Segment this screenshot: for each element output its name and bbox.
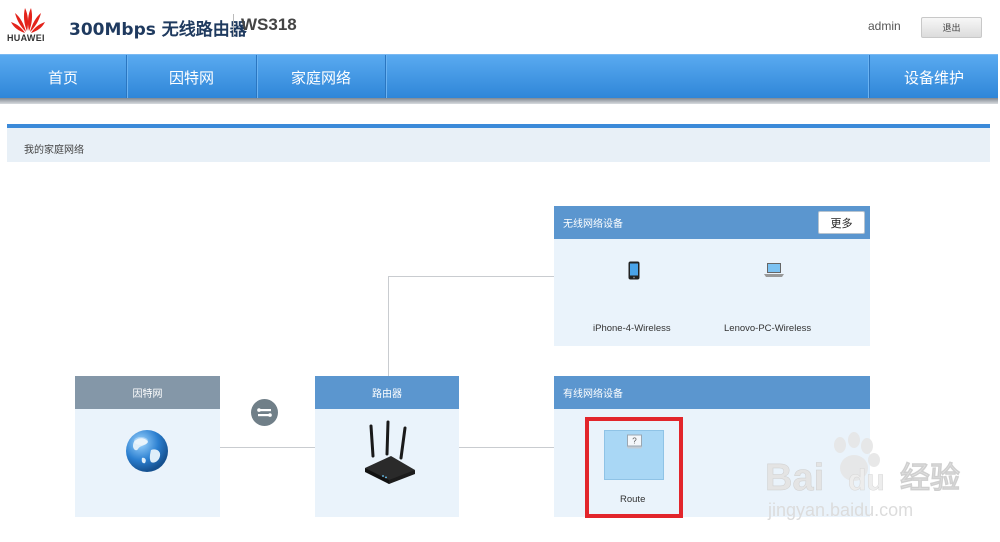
device-name: Lenovo-PC-Wireless: [724, 323, 812, 334]
connector-internet-router: [220, 447, 315, 448]
router-card[interactable]: 路由器: [315, 376, 459, 517]
wired-card-title: 有线网络设备: [554, 376, 870, 409]
nav-device-maintenance[interactable]: 设备维护: [869, 55, 998, 99]
device-name: iPhone-4-Wireless: [593, 323, 671, 334]
connector-router-wireless-vertical: [388, 276, 389, 377]
wireless-device-lenovo[interactable]: Lenovo-PC-Wireless: [720, 256, 830, 336]
router-card-title: 路由器: [315, 376, 459, 409]
nav-home-network[interactable]: 家庭网络: [257, 55, 386, 99]
router-admin-page: HUAWEI 300Mbps 无线路由器 WS318 admin 退出 首页 因…: [0, 0, 1000, 542]
section-header: [7, 128, 990, 162]
connection-status-icon[interactable]: [251, 399, 278, 426]
internet-card[interactable]: 因特网: [75, 376, 220, 517]
wireless-devices-card: 无线网络设备 更多 iPhone-4-Wireless Lenovo-PC-Wi…: [554, 206, 870, 346]
internet-card-title: 因特网: [75, 376, 220, 409]
logout-button[interactable]: 退出: [921, 17, 982, 38]
connector-router-wireless-horizontal: [388, 276, 554, 277]
globe-icon: [126, 430, 168, 472]
smartphone-icon: [628, 261, 640, 280]
router-icon: [365, 420, 415, 484]
username-label: admin: [868, 19, 901, 33]
more-devices-button[interactable]: 更多: [818, 211, 865, 234]
title-divider: [233, 14, 234, 36]
brand-name: HUAWEI: [7, 33, 45, 43]
product-title: 300Mbps 无线路由器: [69, 20, 247, 40]
main-nav: 首页 因特网 家庭网络 设备维护: [0, 54, 998, 99]
nav-shadow: [0, 98, 998, 104]
section-title: 我的家庭网络: [24, 145, 84, 156]
connector-router-wired: [459, 447, 554, 448]
highlight-box: [585, 417, 683, 518]
model-name: WS318: [241, 15, 297, 34]
wireless-device-iphone[interactable]: iPhone-4-Wireless: [584, 256, 684, 336]
nav-home[interactable]: 首页: [0, 55, 127, 99]
laptop-icon: [764, 263, 784, 277]
nav-internet[interactable]: 因特网: [127, 55, 257, 99]
